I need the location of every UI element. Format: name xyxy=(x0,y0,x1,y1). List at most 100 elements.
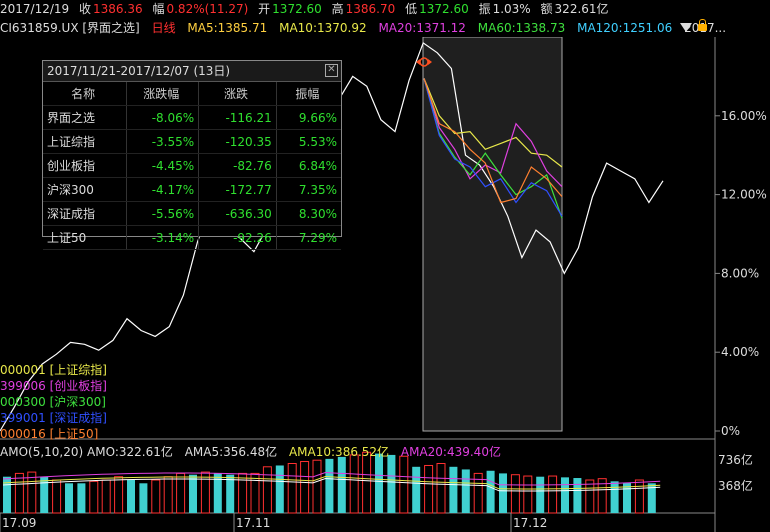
volume-bar xyxy=(424,464,434,514)
row-amp: 7.35% xyxy=(276,177,341,202)
volume-bar xyxy=(151,479,161,514)
volume-bar xyxy=(585,479,595,514)
volume-bar xyxy=(226,474,235,513)
volume-bar xyxy=(548,475,558,514)
high-label: 高 xyxy=(331,2,344,16)
index-legend: 000001 [上证综指] 399006 [创业板指] 000300 [沪深30… xyxy=(0,362,107,442)
row-amp: 7.29% xyxy=(276,225,341,250)
x-tick-label: 17.09 xyxy=(2,516,36,530)
legend-item[interactable]: 000300 [沪深300] xyxy=(0,394,107,410)
change-value: 0.82%(11.27) xyxy=(166,2,249,16)
volume-bar xyxy=(250,472,260,514)
volume-bar xyxy=(65,483,73,513)
volume-bar xyxy=(449,466,458,513)
dropdown-icon[interactable] xyxy=(680,23,692,32)
volume-bar xyxy=(486,470,495,513)
volume-bar xyxy=(561,477,569,513)
row-amp: 6.84% xyxy=(276,153,341,178)
popup-title: 2017/11/21-2017/12/07 (13日) xyxy=(47,64,231,78)
stats-table: 名称 涨跌幅 涨跌 振幅 界面之选 -8.06% -116.21 9.66% 上… xyxy=(43,82,341,250)
header-amp: 振幅 xyxy=(276,82,341,106)
amount-value: 322.61亿 xyxy=(554,2,609,16)
legend-item[interactable]: 399001 [深证成指] xyxy=(0,410,107,426)
close-label: 收 xyxy=(79,2,92,16)
lock-icon[interactable] xyxy=(698,19,707,31)
quote-date: 2017/12/19 xyxy=(0,2,70,16)
volume-bar xyxy=(499,473,507,513)
quote-bar: 2017/12/19 收 1386.36 幅 0.82%(11.27) 开 1372.… xyxy=(0,0,770,18)
popup-header: 2017/11/21-2017/12/07 (13日) ✕ xyxy=(43,61,341,82)
amo-label: AMO(5,10,20) xyxy=(0,445,84,459)
close-icon[interactable]: ✕ xyxy=(325,64,338,77)
open-value: 1372.60 xyxy=(272,2,322,16)
x-tick-label: 17.11 xyxy=(236,516,270,530)
table-header-row: 名称 涨跌幅 涨跌 振幅 xyxy=(43,82,341,106)
legend-item[interactable]: 000001 [上证综指] xyxy=(0,362,107,378)
row-pct: -3.55% xyxy=(126,129,200,154)
security-code[interactable]: CI631859.UX [界面之选] xyxy=(0,21,140,35)
volume-bar xyxy=(399,455,409,514)
row-pct: -4.17% xyxy=(126,177,200,202)
volume-bar xyxy=(77,483,86,513)
row-name: 沪深300 xyxy=(43,177,128,202)
volume-bar xyxy=(114,476,124,514)
volume-bar xyxy=(325,458,334,513)
volume-bar xyxy=(337,456,346,513)
volume-bar xyxy=(89,480,99,514)
volume-bar xyxy=(238,472,248,514)
volume-bar xyxy=(127,480,135,513)
volume-bar xyxy=(52,479,62,514)
ama5-value: AMA5:356.48亿 xyxy=(184,445,278,459)
legend-item[interactable]: 000016 [上证50] xyxy=(0,426,107,442)
volume-bar xyxy=(139,483,148,513)
y-tick-label: 16.00% xyxy=(721,109,767,123)
volume-bar xyxy=(573,478,582,513)
volume-bar xyxy=(610,481,619,513)
ma-bar: CI631859.UX [界面之选] 日线 MA5:1385.71 MA10:1… xyxy=(0,19,770,37)
interval-stats-popup[interactable]: 2017/11/21-2017/12/07 (13日) ✕ 名称 涨跌幅 涨跌 … xyxy=(42,60,342,250)
ma120-value: MA120:1251.06 xyxy=(577,21,673,35)
amount-label: 额 xyxy=(540,2,553,16)
header-chg: 涨跌 xyxy=(198,82,277,106)
table-row: 上证综指 -3.55% -120.35 5.53% xyxy=(43,129,341,154)
volume-bar xyxy=(510,474,520,514)
volume-bar xyxy=(287,463,297,514)
ma10-value: MA10:1370.92 xyxy=(279,21,367,35)
row-name: 创业板指 xyxy=(43,153,128,178)
high-value: 1386.70 xyxy=(345,2,396,16)
volume-bar xyxy=(27,471,37,514)
legend-item[interactable]: 399006 [创业板指] xyxy=(0,378,107,394)
amo-axis-high: 736亿 xyxy=(718,453,753,467)
row-pct: -8.06% xyxy=(126,105,200,130)
row-pct: -5.56% xyxy=(126,201,200,226)
row-name: 深证成指 xyxy=(43,201,128,226)
x-tick-label: 17.12 xyxy=(513,516,547,530)
low-value: 1372.60 xyxy=(419,2,469,16)
ma5-value: MA5:1385.71 xyxy=(187,21,268,35)
row-pct: -4.45% xyxy=(126,153,200,178)
header-name: 名称 xyxy=(43,82,128,106)
amplitude-label: 振 xyxy=(478,2,491,16)
amo-bar: AMO(5,10,20) AMO:322.61亿 AMA5:356.48亿 AM… xyxy=(0,443,501,460)
table-row: 界面之选 -8.06% -116.21 9.66% xyxy=(43,105,341,130)
y-tick-label: 4.00% xyxy=(721,345,759,359)
volume-bar xyxy=(262,466,272,514)
row-chg: -172.77 xyxy=(198,177,277,202)
volume-bar xyxy=(312,459,322,514)
row-pct: -3.14% xyxy=(126,225,200,250)
row-name: 上证综指 xyxy=(43,129,128,154)
table-row: 深证成指 -5.56% -636.30 8.30% xyxy=(43,201,341,226)
ma60-value: MA60:1338.73 xyxy=(477,21,566,35)
amo-axis-low: 368亿 xyxy=(718,479,753,493)
volume-bar xyxy=(536,476,545,513)
volume-bar xyxy=(387,454,396,513)
change-label: 幅 xyxy=(152,2,165,16)
period-label[interactable]: 日线 xyxy=(152,21,176,35)
row-amp: 9.66% xyxy=(276,105,341,130)
volume-bar xyxy=(300,461,310,514)
volume-bar xyxy=(412,466,421,513)
amplitude-value: 1.03% xyxy=(492,2,531,16)
row-chg: -116.21 xyxy=(198,105,277,130)
y-tick-label: 8.00% xyxy=(721,266,759,280)
header-pct: 涨跌幅 xyxy=(126,82,200,106)
